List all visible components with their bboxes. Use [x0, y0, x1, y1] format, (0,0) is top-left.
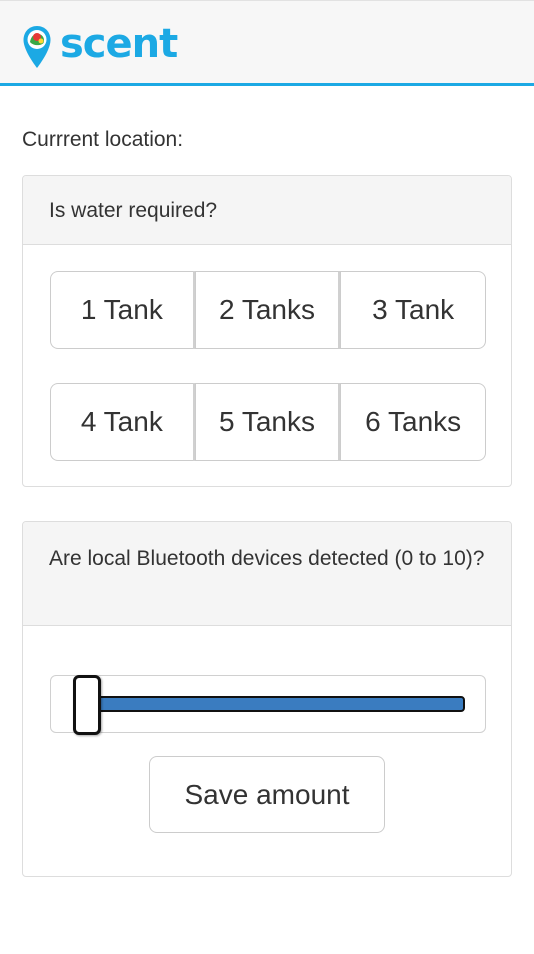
bluetooth-count-slider[interactable] — [50, 675, 486, 735]
top-navbar: scent — [0, 0, 534, 86]
tank-option-button[interactable]: 6 Tanks — [340, 383, 487, 461]
tank-button-group-2: 4 Tank 5 Tanks 6 Tanks — [50, 383, 487, 461]
tank-option-button[interactable]: 2 Tanks — [194, 271, 342, 349]
map-pin-icon — [23, 26, 51, 68]
current-location-label: Currrent location: — [22, 128, 184, 151]
tank-option-button[interactable]: 3 Tank — [340, 271, 487, 349]
slider-fill — [73, 696, 465, 712]
bluetooth-question: Are local Bluetooth devices detected (0 … — [23, 522, 511, 626]
tank-button-group-1: 1 Tank 2 Tanks 3 Tank — [50, 271, 487, 349]
water-panel: Is water required? 1 Tank 2 Tanks 3 Tank… — [22, 175, 512, 487]
brand-name: scent — [60, 21, 178, 67]
tank-option-button[interactable]: 4 Tank — [50, 383, 196, 461]
water-question: Is water required? — [23, 176, 511, 245]
slider-handle[interactable] — [73, 675, 101, 735]
tank-option-button[interactable]: 5 Tanks — [194, 383, 342, 461]
brand-logo[interactable]: scent — [22, 21, 178, 71]
save-amount-button[interactable]: Save amount — [149, 756, 385, 833]
tank-option-button[interactable]: 1 Tank — [50, 271, 196, 349]
bluetooth-panel: Are local Bluetooth devices detected (0 … — [22, 521, 512, 877]
